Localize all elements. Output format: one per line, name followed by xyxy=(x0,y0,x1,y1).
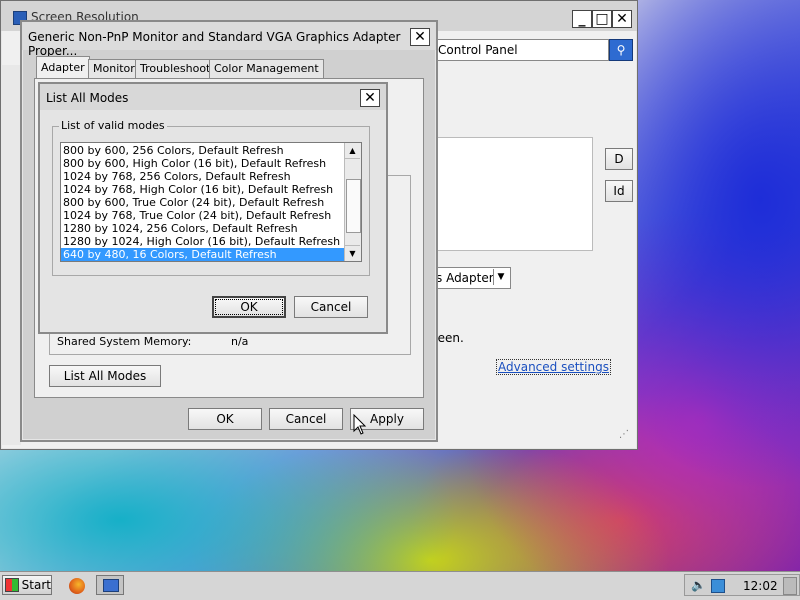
minimize-button[interactable]: _ xyxy=(572,10,592,28)
system-tray: 🔈 12:02 xyxy=(684,574,800,596)
mode-item[interactable]: 1280 by 1024, 256 Colors, Default Refres… xyxy=(61,222,345,235)
clock[interactable]: 12:02 xyxy=(743,579,778,593)
volume-muted-icon[interactable]: 🔈 xyxy=(691,578,706,592)
start-button[interactable]: Start xyxy=(2,575,52,595)
tab-adapter[interactable]: Adapter xyxy=(36,56,90,79)
properties-titlebar[interactable]: Generic Non-PnP Monitor and Standard VGA… xyxy=(22,22,436,58)
search-icon: ⚲ xyxy=(616,43,626,57)
modes-titlebar[interactable]: List All Modes ✕ xyxy=(40,84,386,110)
modes-title: List All Modes xyxy=(46,91,129,105)
mode-item[interactable]: 1024 by 768, True Color (24 bit), Defaul… xyxy=(61,209,345,222)
advanced-settings-link[interactable]: Advanced settings xyxy=(496,359,611,375)
windows-logo-icon xyxy=(5,578,19,592)
scroll-thumb[interactable] xyxy=(346,179,361,233)
shared-memory-value: n/a xyxy=(231,335,249,348)
mode-item[interactable]: 1024 by 768, High Color (16 bit), Defaul… xyxy=(61,183,345,196)
mode-item[interactable]: 800 by 600, True Color (24 bit), Default… xyxy=(61,196,345,209)
list-all-modes-dialog: List All Modes ✕ List of valid modes 800… xyxy=(38,82,388,334)
properties-close-button[interactable]: ✕ xyxy=(410,28,430,46)
modes-ok-button[interactable]: OK xyxy=(212,296,286,318)
monitor-preview-area xyxy=(431,137,593,251)
tab-troubleshoot[interactable]: Troubleshoot xyxy=(135,59,216,79)
display-dropdown[interactable]: s Adapter ▼ xyxy=(433,267,511,289)
resize-grip-icon: ⋰ xyxy=(619,429,629,440)
scroll-down-arrow-icon[interactable]: ▼ xyxy=(345,245,360,261)
tab-monitor[interactable]: Monitor xyxy=(88,59,140,79)
mode-item[interactable]: 1280 by 1024, High Color (16 bit), Defau… xyxy=(61,235,345,248)
mode-item[interactable]: 800 by 600, High Color (16 bit), Default… xyxy=(61,157,345,170)
modes-cancel-button[interactable]: Cancel xyxy=(294,296,368,318)
taskbar: Start 🔈 12:02 xyxy=(0,571,800,600)
network-icon[interactable] xyxy=(711,579,725,593)
identify-button[interactable]: Id xyxy=(605,180,633,202)
modes-close-button[interactable]: ✕ xyxy=(360,89,380,107)
properties-title: Generic Non-PnP Monitor and Standard VGA… xyxy=(28,30,401,58)
list-all-modes-button[interactable]: List All Modes xyxy=(49,365,161,387)
mouse-cursor-icon xyxy=(353,414,367,435)
properties-cancel-button[interactable]: Cancel xyxy=(269,408,343,430)
firefox-icon[interactable] xyxy=(69,578,85,594)
mode-item-selected[interactable]: 640 by 480, 16 Colors, Default Refresh xyxy=(61,248,345,261)
tab-color-management[interactable]: Color Management xyxy=(209,59,324,79)
listbox-scrollbar[interactable]: ▲ ▼ xyxy=(344,143,361,261)
properties-ok-button[interactable]: OK xyxy=(188,408,262,430)
mode-item[interactable]: 800 by 600, 256 Colors, Default Refresh xyxy=(61,144,345,157)
search-button[interactable]: ⚲ xyxy=(609,39,633,61)
scroll-up-arrow-icon[interactable]: ▲ xyxy=(345,143,360,159)
active-window-task[interactable] xyxy=(96,575,124,595)
detect-button[interactable]: D xyxy=(605,148,633,170)
address-bar[interactable]: Control Panel xyxy=(431,39,609,61)
mode-item[interactable]: 1024 by 768, 256 Colors, Default Refresh xyxy=(61,170,345,183)
sidebar-strip xyxy=(1,65,21,445)
valid-modes-label: List of valid modes xyxy=(59,119,167,132)
display-settings-icon xyxy=(103,579,119,592)
show-desktop-button[interactable] xyxy=(783,577,797,595)
close-button[interactable]: ✕ xyxy=(612,10,632,28)
maximize-button[interactable]: □ xyxy=(592,10,612,28)
shared-memory-label: Shared System Memory: xyxy=(57,335,192,348)
chevron-down-icon: ▼ xyxy=(493,269,508,285)
modes-listbox[interactable]: 800 by 600, 256 Colors, Default Refresh … xyxy=(60,142,362,262)
